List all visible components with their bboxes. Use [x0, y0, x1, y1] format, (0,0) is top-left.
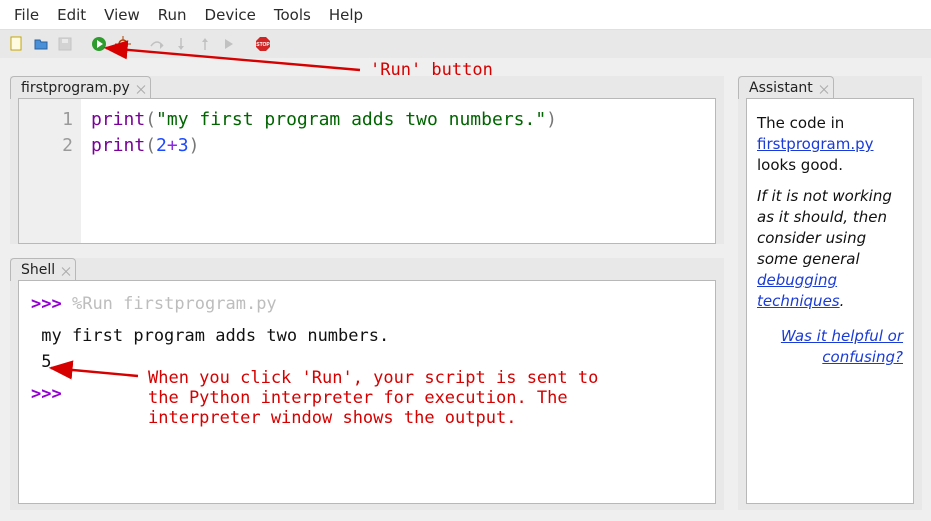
editor-tab-label: firstprogram.py [21, 80, 130, 96]
menu-view[interactable]: View [96, 2, 148, 28]
line-number: 2 [19, 133, 73, 159]
save-icon[interactable] [56, 35, 74, 53]
step-into-icon[interactable] [172, 35, 190, 53]
toolbar: STOP [0, 30, 931, 58]
assistant-file-link[interactable]: firstprogram.py [757, 135, 874, 153]
assistant-tab[interactable]: Assistant [738, 76, 834, 99]
shell-tab[interactable]: Shell [10, 258, 76, 281]
debug-icon[interactable] [114, 35, 132, 53]
new-file-icon[interactable] [8, 35, 26, 53]
line-number: 1 [19, 107, 73, 133]
svg-text:STOP: STOP [256, 42, 270, 48]
assistant-feedback: Was it helpful or confusing? [757, 326, 903, 368]
assistant-panel: Assistant The code in firstprogram.py lo… [738, 76, 922, 510]
assistant-content: The code in firstprogram.py looks good. … [746, 98, 914, 504]
shell-tab-label: Shell [21, 262, 55, 278]
line-gutter: 1 2 [19, 99, 81, 243]
menu-bar: File Edit View Run Device Tools Help [0, 0, 931, 30]
code-editor[interactable]: 1 2 print("my first program adds two num… [18, 98, 716, 244]
assistant-tab-label: Assistant [749, 80, 813, 96]
editor-panel: firstprogram.py 1 2 print("my first prog… [10, 76, 724, 244]
shell-output[interactable]: >>> %Run firstprogram.py my first progra… [18, 280, 716, 504]
shell-panel: Shell >>> %Run firstprogram.py my first … [10, 258, 724, 510]
close-tab-icon[interactable] [136, 83, 146, 93]
editor-tab[interactable]: firstprogram.py [10, 76, 151, 99]
assistant-feedback-link[interactable]: Was it helpful or confusing? [781, 327, 903, 366]
close-tab-icon[interactable] [61, 265, 71, 275]
code-area[interactable]: print("my first program adds two numbers… [81, 99, 715, 243]
step-out-icon[interactable] [196, 35, 214, 53]
stop-icon[interactable]: STOP [254, 35, 272, 53]
close-tab-icon[interactable] [819, 83, 829, 93]
menu-edit[interactable]: Edit [49, 2, 94, 28]
assistant-text: If it is not working as it should, then … [757, 186, 903, 312]
menu-device[interactable]: Device [197, 2, 264, 28]
open-file-icon[interactable] [32, 35, 50, 53]
resume-icon[interactable] [220, 35, 238, 53]
step-over-icon[interactable] [148, 35, 166, 53]
run-icon[interactable] [90, 35, 108, 53]
menu-help[interactable]: Help [321, 2, 371, 28]
assistant-debug-link[interactable]: debugging techniques [757, 271, 840, 310]
menu-tools[interactable]: Tools [266, 2, 319, 28]
assistant-text: The code in firstprogram.py looks good. [757, 113, 903, 176]
menu-run[interactable]: Run [150, 2, 195, 28]
menu-file[interactable]: File [6, 2, 47, 28]
